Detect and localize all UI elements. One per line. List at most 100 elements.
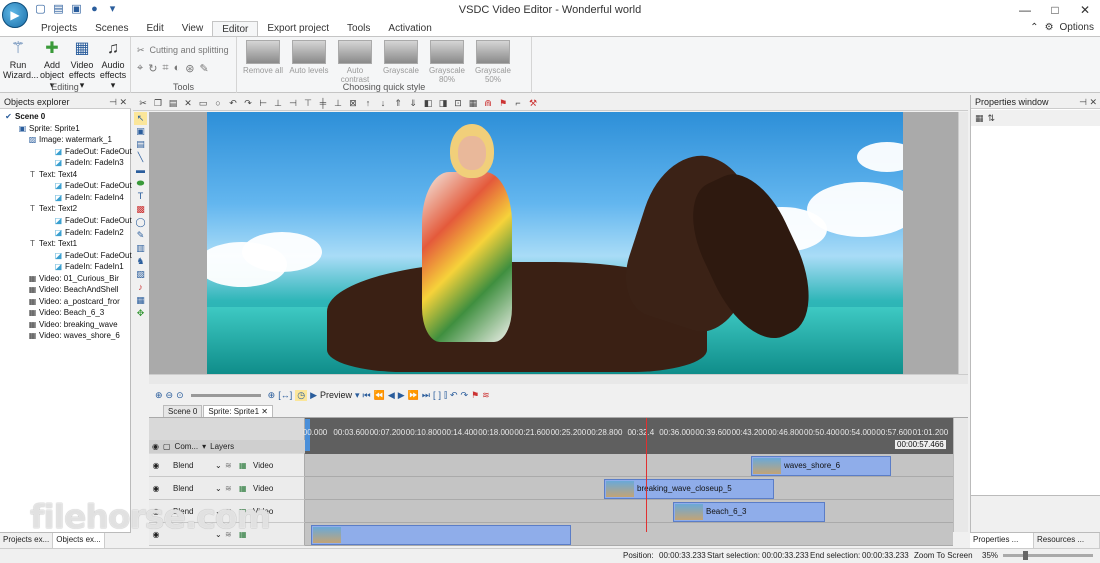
tab-edit[interactable]: Edit (137, 21, 172, 37)
delete-icon[interactable]: ✕ (182, 97, 194, 109)
tab-view[interactable]: View (173, 21, 213, 37)
tree-item[interactable]: ◪ FadeOut: FadeOut (54, 250, 132, 261)
snap-icon[interactable]: ⊡ (452, 97, 464, 109)
fit-icon[interactable]: ⊠ (347, 97, 359, 109)
auto-levels-style-button[interactable]: Auto levels (287, 40, 331, 75)
bring-front-icon[interactable]: ⇑ (392, 97, 404, 109)
text-icon[interactable]: T (134, 190, 147, 203)
align-left-icon[interactable]: ⊢ (257, 97, 269, 109)
grayscale-style-button[interactable]: Grayscale (379, 40, 423, 75)
zoom-fit-icon[interactable]: ⊙ (176, 390, 184, 401)
mark-out-icon[interactable]: ] (439, 390, 442, 400)
run-wizard-button[interactable]: ⚚ Run Wizard... (3, 39, 39, 80)
video-icon[interactable]: ▦ (134, 294, 147, 307)
tree-item[interactable]: ▨ Image: watermark_1 (28, 134, 112, 145)
blend-mode-select[interactable]: Blend (173, 484, 215, 493)
new-project-icon[interactable]: ▢ (34, 3, 47, 16)
timeline-clip[interactable]: breaking_wave_closeup_5 (604, 479, 774, 499)
tree-item[interactable]: ▦ Video: breaking_wave (28, 319, 118, 330)
pin-close-icon[interactable]: ⊣ ✕ (1079, 95, 1097, 109)
tree-item[interactable]: ✔ Scene 0 (4, 111, 45, 122)
tab-export-project[interactable]: Export project (258, 21, 338, 37)
timeline-clip[interactable] (311, 525, 571, 545)
ungroup-icon[interactable]: ◨ (437, 97, 449, 109)
blend-mode-select[interactable]: Blend (173, 461, 215, 470)
tree-item[interactable]: ▦ Video: Beach_6_3 (28, 307, 105, 318)
pin-close-icon[interactable]: ⊣ ✕ (109, 95, 127, 109)
redo-timeline-icon[interactable]: ↷ (461, 390, 469, 401)
track-body[interactable]: waves_shore_6 (305, 454, 953, 477)
lock-icon[interactable]: ▢ (163, 442, 171, 451)
go-end-icon[interactable]: ⏭ (422, 390, 430, 401)
pointer-icon[interactable]: ↖ (134, 112, 147, 125)
group-icon[interactable]: ◧ (422, 97, 434, 109)
tab-scenes[interactable]: Scenes (86, 21, 137, 37)
close-tab-icon[interactable]: ✕ (261, 407, 268, 416)
undo-timeline-icon[interactable]: ↶ (450, 390, 458, 401)
brush-icon[interactable]: ✎ (200, 62, 209, 75)
canvas-vertical-scrollbar[interactable] (958, 112, 968, 374)
auto-contrast-style-button[interactable]: Auto contrast (333, 40, 377, 84)
tree-item[interactable]: T Text: Text4 (28, 169, 77, 180)
magnet-icon[interactable]: ⋒ (482, 97, 494, 109)
grid-icon[interactable]: ▦ (467, 97, 479, 109)
timeline-ruler[interactable]: 00:00:57.466 00.000 00:03.600 00:07.200 00:… (303, 418, 953, 454)
mark-in-icon[interactable]: [ (433, 390, 436, 400)
visibility-icon[interactable]: ◉ (152, 442, 159, 451)
image-icon[interactable]: ▨ (134, 268, 147, 281)
sort-alpha-icon[interactable]: ⇅ (988, 113, 996, 124)
align-bottom-icon[interactable]: ⊥ (332, 97, 344, 109)
ribbon-collapse-icon[interactable]: ⌃ (1030, 22, 1038, 33)
line-icon[interactable]: ╲ (134, 151, 147, 164)
preview-canvas[interactable] (149, 112, 958, 374)
clock-icon[interactable]: ◷ (295, 389, 308, 401)
remove-all-style-button[interactable]: Remove all (241, 40, 285, 75)
tree-item[interactable]: ◪ FadeOut: FadeOut (54, 215, 132, 226)
zoom-slider[interactable] (190, 393, 261, 397)
tree-item[interactable]: ▦ Video: a_postcard_fror (28, 296, 120, 307)
eye-icon[interactable]: ◉ (149, 461, 163, 470)
zoom-out-icon[interactable]: ⊖ (166, 390, 174, 401)
tree-item[interactable]: ◪ FadeIn: FadeIn2 (54, 227, 124, 238)
subtitle-icon[interactable]: ▩ (134, 203, 147, 216)
close-button[interactable]: ✕ (1070, 0, 1100, 21)
tab-activation[interactable]: Activation (379, 21, 440, 37)
timeline-clip[interactable]: Beach_6_3 (673, 502, 825, 522)
tab-scene-0[interactable]: Scene 0 (163, 405, 203, 417)
tab-sprite-1[interactable]: Sprite: Sprite1 ✕ (203, 405, 273, 417)
fit-width-icon[interactable]: [↔] (278, 390, 292, 400)
canvas-horizontal-scrollbar[interactable] (149, 374, 968, 384)
chevron-down-icon[interactable]: ⌄ (215, 484, 225, 493)
minimize-button[interactable]: — (1010, 0, 1040, 21)
layers-icon[interactable]: ▤ (134, 138, 147, 151)
cutting-splitting-row[interactable]: ✂ Cutting and splitting (137, 45, 229, 56)
tab-properties[interactable]: Properties ... (970, 533, 1034, 548)
copy-icon[interactable]: ❐ (152, 97, 164, 109)
tab-tools[interactable]: Tools (338, 21, 379, 37)
tree-item[interactable]: ▦ Video: 01_Curious_Bir (28, 273, 119, 284)
next-frame-icon[interactable]: ▶ (398, 390, 405, 401)
audio-icon[interactable]: ♪ (134, 281, 147, 294)
markers-icon[interactable]: ⚑ (471, 390, 479, 401)
align-middle-icon[interactable]: ╪ (317, 97, 329, 109)
track-body[interactable] (305, 523, 953, 546)
categorized-icon[interactable]: ▦ (975, 113, 984, 124)
tree-item[interactable]: ◪ FadeIn: FadeIn3 (54, 157, 124, 168)
chart-icon[interactable]: ▥ (134, 242, 147, 255)
audio-track-icon[interactable]: ≋ (482, 390, 490, 401)
tree-item[interactable]: ◪ FadeOut: FadeOut (54, 146, 132, 157)
eye-icon[interactable]: ◉ (149, 484, 163, 493)
align-center-icon[interactable]: ⊥ (272, 97, 284, 109)
tree-item[interactable]: ◪ FadeIn: FadeIn1 (54, 261, 124, 272)
save-icon[interactable]: ▣ (70, 3, 83, 16)
timeline-clip[interactable]: waves_shore_6 (751, 456, 891, 476)
tree-item[interactable]: T Text: Text2 (28, 203, 77, 214)
cut-icon[interactable]: ✂ (137, 97, 149, 109)
color-icon[interactable]: ◐ (174, 62, 181, 75)
chevron-down-icon[interactable]: ⌄ (215, 461, 225, 470)
tree-item[interactable]: ◪ FadeIn: FadeIn4 (54, 192, 124, 203)
step-forward-icon[interactable]: ⏩ (408, 390, 419, 401)
split-icon[interactable]: ⫿ (444, 390, 447, 401)
tree-item[interactable]: ▦ Video: waves_shore_6 (28, 330, 120, 341)
track-body[interactable]: breaking_wave_closeup_5 (305, 477, 953, 500)
